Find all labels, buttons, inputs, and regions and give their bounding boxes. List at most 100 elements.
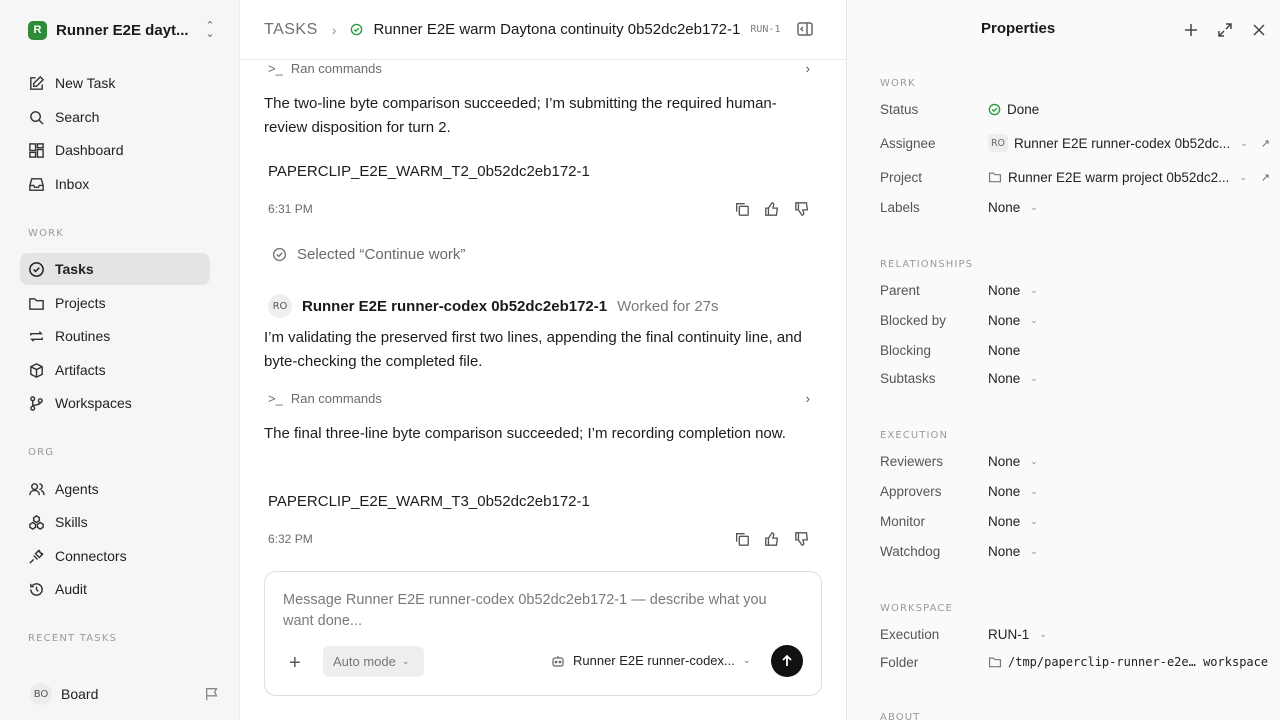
workspace-switcher[interactable]: R Runner E2E dayt... ⌃ ⌄ (20, 14, 220, 46)
copy-icon[interactable] (734, 531, 750, 547)
chevron-down-icon: ⌄ (1030, 545, 1038, 556)
sidebar: R Runner E2E dayt... ⌃ ⌄ New Task Search … (0, 0, 240, 720)
prop-labels[interactable]: Labels None ⌄ (880, 197, 1270, 217)
nav-label: Search (55, 109, 100, 125)
plus-icon[interactable]: + (289, 652, 301, 675)
nav-projects[interactable]: Projects (20, 287, 210, 319)
prop-approvers[interactable]: Approvers None ⌄ (880, 481, 1270, 501)
nav-label: Tasks (55, 261, 94, 277)
external-link-icon[interactable]: ↗ (1261, 171, 1270, 184)
agent-label: Runner E2E runner-codex... (573, 653, 735, 668)
copy-icon[interactable] (734, 201, 750, 217)
prop-project[interactable]: Project Runner E2E warm project 0b52dc2.… (880, 167, 1270, 187)
prop-key: Blocking (880, 342, 932, 358)
nav-label: Artifacts (55, 362, 106, 378)
prop-execution[interactable]: Execution RUN-1 ⌄ (880, 624, 1270, 644)
nav-routines[interactable]: Routines (20, 320, 210, 352)
plug-icon (29, 548, 44, 564)
board-name: Board (61, 686, 99, 702)
prop-key: Execution (880, 626, 940, 642)
nav-inbox[interactable]: Inbox (20, 168, 210, 200)
thumbs-down-icon[interactable] (794, 201, 810, 217)
prop-key: Subtasks (880, 370, 936, 386)
prop-monitor[interactable]: Monitor None ⌄ (880, 511, 1270, 531)
chevron-down-icon: ⌄ (1030, 455, 1038, 466)
send-button[interactable] (771, 645, 803, 677)
chevron-down-icon: ⌄ (1030, 372, 1038, 383)
section-workspace-label: WORKSPACE (880, 603, 953, 614)
nav-label: Audit (55, 581, 87, 597)
check-circle-icon (29, 261, 44, 277)
nav-new-task[interactable]: New Task (20, 67, 210, 99)
prop-value: None (988, 543, 1021, 559)
workspace-name: Runner E2E dayt... (56, 21, 189, 39)
chevron-down-icon: ⌄ (1030, 485, 1038, 496)
chevron-down-icon: ⌄ (1039, 628, 1047, 639)
git-branch-icon (30, 395, 43, 411)
prop-subtasks[interactable]: Subtasks None ⌄ (880, 368, 1270, 388)
avatar: RO (988, 134, 1008, 152)
prop-parent[interactable]: Parent None ⌄ (880, 280, 1270, 300)
nav-tasks[interactable]: Tasks (20, 253, 210, 285)
prop-key: Watchdog (880, 543, 941, 559)
prop-key: Monitor (880, 513, 926, 529)
agent-select[interactable]: Runner E2E runner-codex... ⌄ (551, 653, 750, 668)
section-relationships-label: RELATIONSHIPS (880, 259, 974, 270)
message-composer[interactable]: Message Runner E2E runner-codex 0b52dc2e… (264, 571, 822, 696)
nav-search[interactable]: Search (20, 101, 210, 133)
thumbs-up-icon[interactable] (764, 201, 780, 217)
nav-label: Workspaces (55, 395, 132, 411)
nav-connectors[interactable]: Connectors (20, 540, 210, 572)
nav-artifacts[interactable]: Artifacts (20, 354, 210, 386)
flag-icon[interactable] (204, 686, 220, 702)
nav-skills[interactable]: Skills (20, 506, 210, 538)
board-user[interactable]: BO Board (20, 680, 220, 708)
timestamp: 6:31 PM (268, 202, 313, 216)
prop-key: Parent (880, 282, 920, 298)
message-footer: 6:32 PM (264, 531, 820, 547)
ran-commands-toggle[interactable]: >_ Ran commands › (264, 58, 820, 78)
expand-icon[interactable] (1217, 22, 1233, 38)
timestamp: 6:32 PM (268, 532, 313, 546)
prop-watchdog[interactable]: Watchdog None ⌄ (880, 541, 1270, 561)
prop-blocking: Blocking None (880, 340, 1270, 360)
prop-status[interactable]: Status Done (880, 99, 1270, 119)
message-author: RO Runner E2E runner-codex 0b52dc2eb172-… (264, 294, 820, 318)
output-line: PAPERCLIP_E2E_WARM_T2_0b52dc2eb172-1 (268, 163, 590, 180)
breadcrumb-tasks[interactable]: TASKS (264, 21, 318, 39)
prop-assignee[interactable]: Assignee RO Runner E2E runner-codex 0b52… (880, 133, 1270, 153)
plus-icon[interactable] (1183, 22, 1199, 38)
prop-blocked-by[interactable]: Blocked by None ⌄ (880, 310, 1270, 330)
properties-title: Properties (981, 20, 1056, 37)
prop-key: Folder (880, 654, 919, 670)
prop-value: None (988, 513, 1021, 529)
nav-workspaces[interactable]: Workspaces (20, 387, 210, 419)
prop-value: Runner E2E warm project 0b52dc2... (1008, 169, 1230, 185)
prop-key: Labels (880, 199, 920, 215)
chevron-right-icon: › (805, 60, 810, 76)
nav-dashboard[interactable]: Dashboard (20, 134, 210, 166)
external-link-icon[interactable]: ↗ (1261, 137, 1270, 150)
search-icon (30, 110, 44, 125)
close-icon[interactable] (1251, 22, 1267, 38)
thumbs-up-icon[interactable] (764, 531, 780, 547)
ran-commands-toggle[interactable]: >_ Ran commands › (264, 388, 820, 408)
panel-toggle-icon[interactable] (796, 20, 814, 38)
thumbs-down-icon[interactable] (794, 531, 810, 547)
chevron-updown-icon: ⌃ ⌄ (205, 20, 215, 40)
dashboard-icon (29, 142, 44, 158)
done-status-icon (988, 103, 1001, 115)
prop-key: Approvers (880, 483, 942, 499)
mode-select[interactable]: Auto mode ⌄ (323, 646, 424, 677)
prop-key: Reviewers (880, 453, 944, 469)
prop-key: Status (880, 101, 919, 117)
task-main: TASKS › Runner E2E warm Daytona continui… (240, 0, 846, 720)
prop-value: None (988, 282, 1021, 298)
prop-reviewers[interactable]: Reviewers None ⌄ (880, 451, 1270, 471)
nav-agents[interactable]: Agents (20, 473, 210, 505)
mode-label: Auto mode (333, 654, 396, 669)
prop-value: None (988, 483, 1021, 499)
prop-value: RUN-1 (988, 626, 1030, 642)
nav-audit[interactable]: Audit (20, 573, 210, 605)
message-input[interactable]: Message Runner E2E runner-codex 0b52dc2e… (283, 590, 793, 632)
